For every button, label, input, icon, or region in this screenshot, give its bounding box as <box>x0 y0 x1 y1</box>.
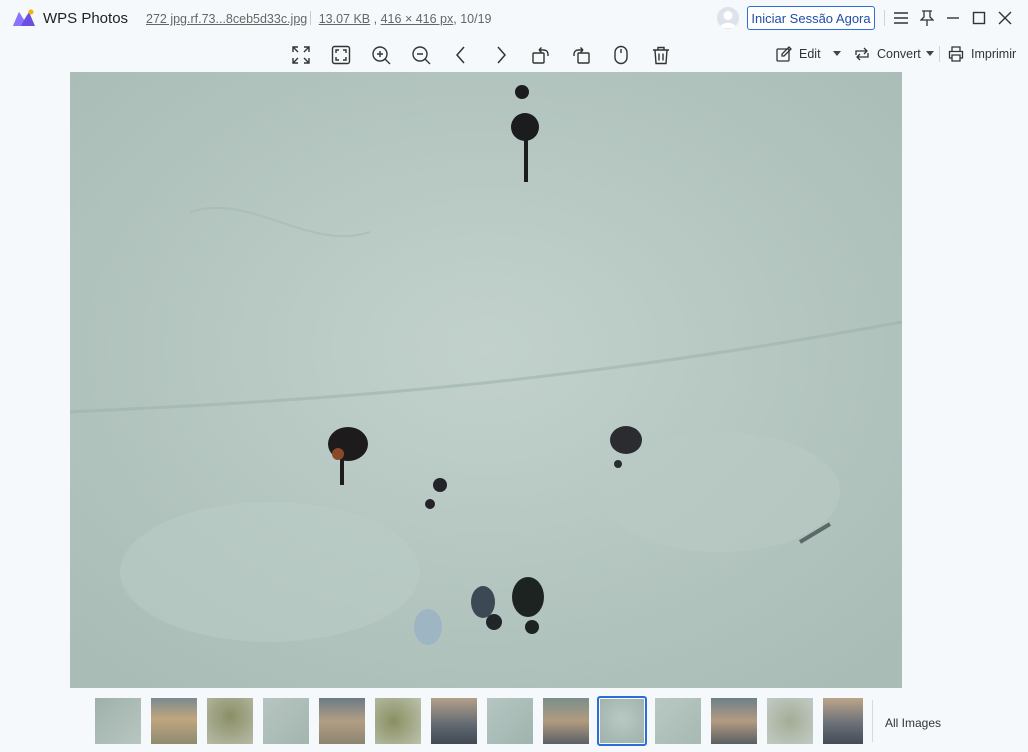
file-info: 272 jpg.rf.73...8ceb5d33c.jpg 13.07 KB ,… <box>146 11 492 26</box>
app-name: WPS Photos <box>43 10 129 27</box>
thumbnail[interactable] <box>319 698 365 744</box>
edit-dropdown-icon <box>832 51 841 56</box>
thumbnail[interactable] <box>655 698 701 744</box>
thumbnail[interactable] <box>151 698 197 744</box>
wps-logo-icon <box>12 8 36 28</box>
thumbnail[interactable] <box>711 698 757 744</box>
rotate-right-icon[interactable] <box>569 43 593 67</box>
print-icon <box>948 46 964 62</box>
delete-icon[interactable] <box>649 43 673 67</box>
file-size-link[interactable]: 13.07 KB <box>319 12 370 26</box>
thumbnail[interactable] <box>767 698 813 744</box>
thumbnail[interactable] <box>431 698 477 744</box>
maximize-icon[interactable] <box>969 8 989 28</box>
thumbnail[interactable] <box>263 698 309 744</box>
file-info-comma: , <box>373 12 378 26</box>
convert-button[interactable]: Convert <box>854 44 941 64</box>
login-button[interactable]: Iniciar Sessão Agora <box>747 6 875 30</box>
fullscreen-icon[interactable] <box>289 43 313 67</box>
print-button[interactable]: Imprimir <box>948 44 1016 64</box>
title-bar: WPS Photos 272 jpg.rf.73...8ceb5d33c.jpg… <box>0 0 1028 36</box>
minimize-icon[interactable] <box>943 8 963 28</box>
thumbnail[interactable] <box>375 698 421 744</box>
next-icon[interactable] <box>489 43 513 67</box>
edit-icon <box>776 46 792 62</box>
avatar-icon[interactable] <box>717 7 739 29</box>
zoom-in-icon[interactable] <box>369 43 393 67</box>
mouse-mode-icon[interactable] <box>609 43 633 67</box>
menu-icon[interactable] <box>891 8 911 28</box>
file-info-divider <box>310 11 312 25</box>
all-images-link[interactable]: All Images <box>885 716 941 730</box>
edit-button[interactable]: Edit <box>776 44 848 64</box>
fit-to-window-icon[interactable] <box>329 43 353 67</box>
file-name-link[interactable]: 272 jpg.rf.73...8ceb5d33c.jpg <box>146 12 307 26</box>
pin-icon[interactable] <box>917 8 937 28</box>
toolbar-divider <box>939 46 940 62</box>
edit-label: Edit <box>799 47 821 61</box>
thumbnail[interactable] <box>487 698 533 744</box>
aerial-photo <box>70 72 902 688</box>
rotate-left-icon[interactable] <box>529 43 553 67</box>
convert-label: Convert <box>877 47 921 61</box>
thumbnail-selected[interactable] <box>597 696 647 746</box>
convert-dropdown-icon <box>925 51 934 56</box>
filmstrip: All Images <box>0 692 1028 752</box>
filmstrip-divider <box>872 700 873 742</box>
titlebar-divider <box>884 10 885 26</box>
close-icon[interactable] <box>995 8 1015 28</box>
thumbnail[interactable] <box>95 698 141 744</box>
zoom-out-icon[interactable] <box>409 43 433 67</box>
file-position: 10/19 <box>460 12 492 26</box>
file-dimensions-link[interactable]: 416 × 416 px <box>381 12 454 26</box>
print-label: Imprimir <box>971 47 1017 61</box>
previous-icon[interactable] <box>449 43 473 67</box>
thumbnail[interactable] <box>207 698 253 744</box>
thumbnail[interactable] <box>823 698 863 744</box>
file-info-comma-2: , <box>453 12 457 26</box>
photo-viewer[interactable] <box>70 72 902 688</box>
thumbnail[interactable] <box>543 698 589 744</box>
convert-icon <box>855 47 869 61</box>
